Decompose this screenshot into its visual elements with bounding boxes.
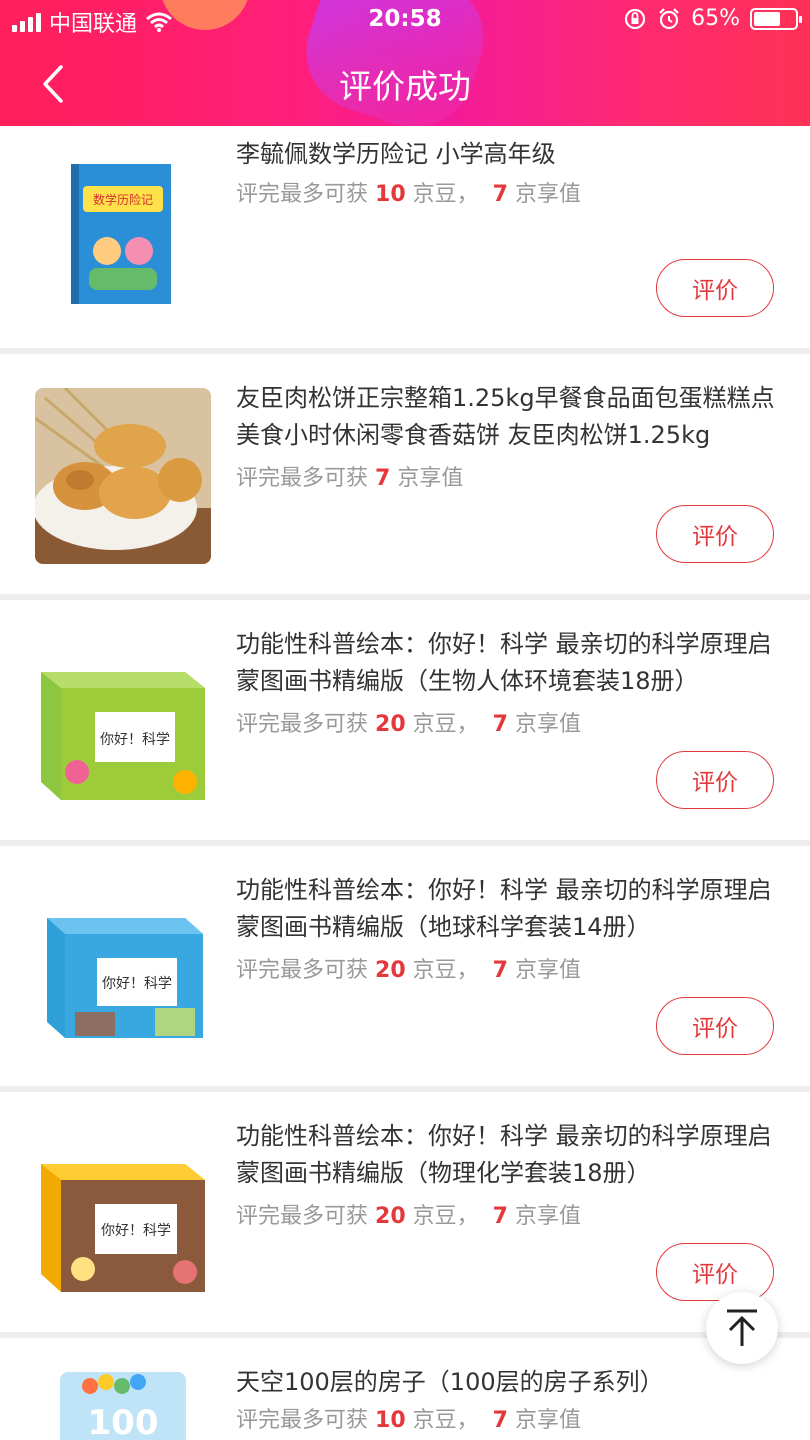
list-item: 你好！科学 功能性科普绘本：你好！科学 最亲切的科学原理启蒙图画书精编版（物理化… (0, 1092, 810, 1332)
product-image[interactable]: 数学历险记 (35, 146, 211, 322)
svg-text:数学历险记: 数学历险记 (93, 192, 153, 207)
nav-bar: 评价成功 (0, 42, 810, 126)
battery-icon (750, 7, 802, 30)
svg-text:100: 100 (88, 1403, 159, 1440)
product-title[interactable]: 友臣肉松饼正宗整箱1.25kg早餐食品面包蛋糕糕点美食小时休闲零食香菇饼 友臣肉… (236, 380, 776, 454)
product-image[interactable]: 你好！科学 (35, 1124, 211, 1300)
arrow-up-to-top-icon (727, 1309, 757, 1346)
alarm-icon (659, 7, 679, 29)
product-title[interactable]: 功能性科普绘本：你好！科学 最亲切的科学原理启蒙图画书精编版（生物人体环境套装1… (236, 626, 776, 700)
status-bar: 中国联通 20:58 65% (0, 0, 810, 42)
product-image[interactable]: 你好！科学 (35, 632, 211, 808)
rotation-lock-icon (624, 8, 646, 29)
list-item: 你好！科学 功能性科普绘本：你好！科学 最亲切的科学原理启蒙图画书精编版（生物人… (0, 600, 810, 840)
evaluate-button[interactable]: 评价 (656, 1243, 774, 1301)
product-title[interactable]: 天空100层的房子（100层的房子系列） (236, 1364, 776, 1401)
list-item: 100 天空100层的房子（100层的房子系列） 评完最多可获 10 京豆， 7… (0, 1338, 810, 1440)
reward-text: 评完最多可获 10 京豆， 7 京享值 (236, 1408, 581, 1433)
evaluate-button[interactable]: 评价 (656, 505, 774, 563)
battery-percent: 65% (691, 6, 740, 31)
reward-text: 评完最多可获 20 京豆， 7 京享值 (236, 1204, 581, 1229)
product-image[interactable] (35, 388, 211, 564)
svg-text:你好！科学: 你好！科学 (102, 976, 172, 992)
list-item: 你好！科学 功能性科普绘本：你好！科学 最亲切的科学原理启蒙图画书精编版（地球科… (0, 846, 810, 1086)
product-title[interactable]: 功能性科普绘本：你好！科学 最亲切的科学原理启蒙图画书精编版（地球科学套装14册… (236, 872, 776, 946)
svg-text:你好！科学: 你好！科学 (101, 1223, 171, 1239)
product-image[interactable]: 你好！科学 (35, 878, 211, 1054)
back-to-top-button[interactable] (706, 1292, 778, 1364)
evaluate-button[interactable]: 评价 (656, 259, 774, 317)
evaluate-button[interactable]: 评价 (656, 997, 774, 1055)
list-item: 数学历险记 李毓佩数学历险记 小学高年级 评完最多可获 10 京豆， 7 京享值… (0, 126, 810, 348)
product-title[interactable]: 功能性科普绘本：你好！科学 最亲切的科学原理启蒙图画书精编版（物理化学套装18册… (236, 1118, 776, 1192)
evaluate-button[interactable]: 评价 (656, 751, 774, 809)
reward-text: 评完最多可获 10 京豆， 7 京享值 (236, 182, 581, 207)
product-title[interactable]: 李毓佩数学历险记 小学高年级 (236, 136, 776, 173)
page-title: 评价成功 (339, 67, 471, 106)
reward-text: 评完最多可获 7 京享值 (236, 466, 464, 491)
header-bar: 中国联通 20:58 65% 评价成功 (0, 0, 810, 126)
product-image[interactable]: 100 (60, 1372, 186, 1440)
reward-text: 评完最多可获 20 京豆， 7 京享值 (236, 712, 581, 737)
list-item: 友臣肉松饼正宗整箱1.25kg早餐食品面包蛋糕糕点美食小时休闲零食香菇饼 友臣肉… (0, 354, 810, 594)
svg-text:你好！科学: 你好！科学 (100, 732, 170, 748)
reward-text: 评完最多可获 20 京豆， 7 京享值 (236, 958, 581, 983)
